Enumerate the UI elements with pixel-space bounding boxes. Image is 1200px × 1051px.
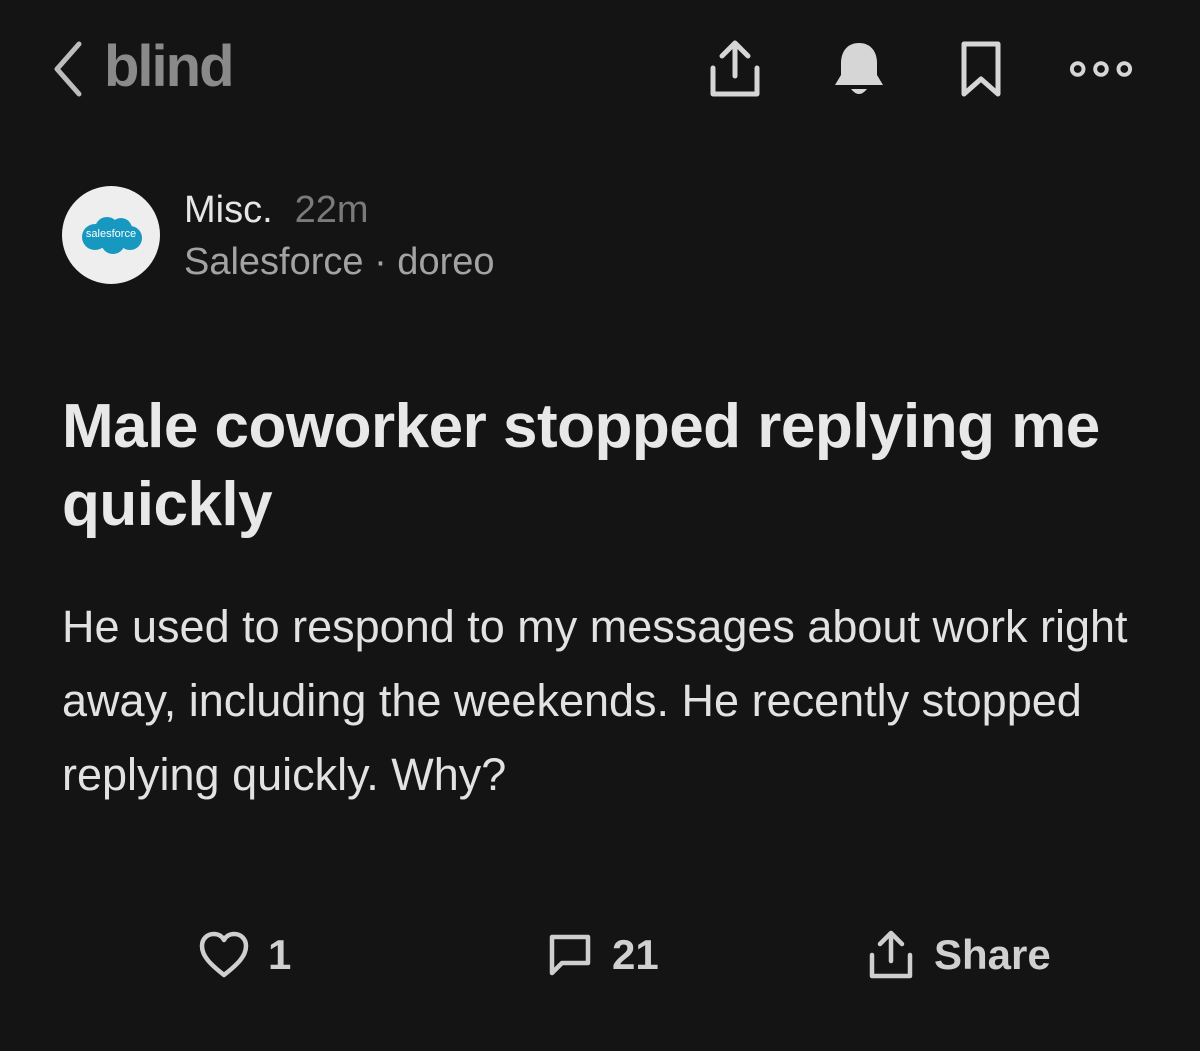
like-button[interactable]: 1 — [198, 922, 291, 988]
comment-button[interactable]: 21 — [546, 922, 659, 988]
bell-icon — [835, 43, 883, 94]
author-info[interactable]: Salesforce · doreo — [184, 240, 495, 284]
more-icon — [1069, 61, 1133, 77]
post-title: Male coworker stopped replying me quickl… — [62, 392, 1100, 539]
brand-logo: blind — [104, 34, 235, 99]
post-body: He used to respond to my messages about … — [62, 601, 1128, 800]
salesforce-logo-icon: salesforce — [79, 215, 143, 255]
notification-button[interactable] — [826, 36, 892, 102]
post-actions: 1 21 Share — [0, 910, 1200, 1000]
bookmark-button[interactable] — [948, 36, 1014, 102]
more-button[interactable] — [1068, 36, 1134, 102]
salesforce-logo-text: salesforce — [85, 228, 137, 240]
share-button[interactable] — [702, 36, 768, 102]
chevron-left-icon — [54, 41, 82, 97]
top-bar: blind — [0, 0, 1200, 136]
share-post-button[interactable]: Share — [866, 922, 1051, 988]
share-icon — [710, 40, 760, 97]
company-avatar[interactable]: salesforce — [62, 186, 160, 284]
share-icon — [869, 930, 913, 979]
post-time: 22m — [294, 189, 369, 231]
share-label: Share — [934, 931, 1051, 978]
channel-link[interactable]: Misc. — [184, 189, 273, 231]
bookmark-icon — [961, 41, 1001, 97]
heart-icon — [199, 931, 249, 978]
back-button[interactable] — [44, 38, 92, 100]
like-count: 1 — [268, 931, 292, 978]
post-meta: Misc. 22m — [184, 188, 369, 232]
post-header: salesforce Misc. 22m Salesforce · doreo — [62, 186, 762, 286]
comment-count: 21 — [612, 931, 659, 978]
comment-icon — [549, 934, 591, 976]
